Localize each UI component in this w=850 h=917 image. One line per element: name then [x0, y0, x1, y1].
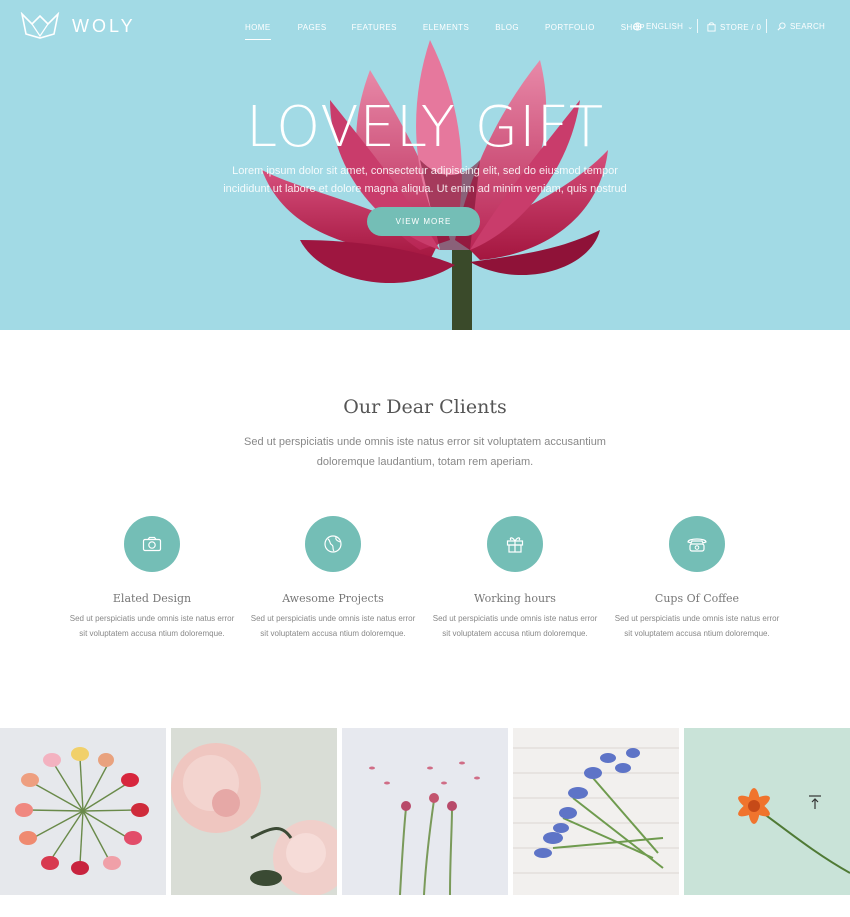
arrow-up-icon	[809, 795, 821, 809]
chevron-down-icon: ⌄	[687, 23, 694, 31]
language-selector[interactable]: ENGLISH ⌄	[633, 22, 693, 31]
store-label: STORE / 0	[720, 22, 762, 32]
feature-card: Elated Design Sed ut perspiciatis unde o…	[67, 516, 237, 641]
feature-text: Sed ut perspiciatis unde omnis iste natu…	[250, 614, 416, 638]
store-link[interactable]: STORE / 0	[707, 22, 761, 32]
nav-divider	[697, 19, 698, 33]
globe-icon[interactable]	[305, 516, 361, 572]
menu-item-pages[interactable]: PAGES	[298, 23, 327, 32]
feature-title: Elated Design	[112, 592, 192, 605]
hero-description: Lorem ipsum dolor sit amet, consectetur …	[223, 165, 627, 195]
camera-icon[interactable]	[124, 516, 180, 572]
feature-text: Sed ut perspiciatis unde omnis iste natu…	[614, 614, 780, 638]
feature-card: Cups Of Coffee Sed ut perspiciatis unde …	[612, 516, 782, 641]
gallery-image-tulips[interactable]	[0, 728, 166, 895]
language-label: ENGLISH	[646, 22, 684, 31]
feature-text: Sed ut perspiciatis unde omnis iste natu…	[432, 614, 598, 638]
search-icon	[777, 22, 786, 31]
globe-small-icon	[633, 22, 642, 31]
search-label: SEARCH	[790, 22, 826, 31]
nav-divider	[766, 19, 767, 33]
feature-card: Awesome Projects Sed ut perspiciatis und…	[248, 516, 418, 641]
menu-item-elements[interactable]: ELEMENTS	[423, 23, 469, 32]
gallery-image-muscari[interactable]	[513, 728, 679, 895]
feature-text: Sed ut perspiciatis unde omnis iste natu…	[69, 614, 235, 638]
shopping-bag-icon	[707, 22, 716, 32]
top-navigation: WOLY HOME PAGES FEATURES ELEMENTS BLOG P…	[0, 0, 850, 56]
hero-title: LOVELY GIFT	[245, 95, 605, 160]
feature-title: Working hours	[474, 592, 556, 605]
brand-logo[interactable]: WOLY	[20, 12, 136, 40]
back-to-top-button[interactable]	[805, 792, 825, 812]
main-menu: HOME PAGES FEATURES ELEMENTS BLOG PORTFO…	[245, 23, 645, 40]
section-subtitle: Sed ut perspiciatis unde omnis iste natu…	[244, 436, 606, 468]
feature-title: Awesome Projects	[282, 592, 384, 605]
feature-card: Working hours Sed ut perspiciatis unde o…	[430, 516, 600, 641]
gallery-image-white-flowers[interactable]	[342, 728, 508, 895]
gallery-image-gerbera[interactable]	[684, 728, 850, 895]
menu-item-blog[interactable]: BLOG	[495, 23, 519, 32]
menu-item-home[interactable]: HOME	[245, 23, 271, 40]
search-link[interactable]: SEARCH	[777, 22, 825, 31]
feature-title: Cups Of Coffee	[654, 592, 740, 605]
phone-icon[interactable]	[669, 516, 725, 572]
image-gallery	[0, 728, 850, 895]
gallery-image-peonies[interactable]	[171, 728, 337, 895]
logo-icon	[20, 12, 60, 39]
gift-icon[interactable]	[487, 516, 543, 572]
menu-item-portfolio[interactable]: PORTFOLIO	[545, 23, 595, 32]
section-title: Our Dear Clients	[343, 396, 507, 418]
menu-item-features[interactable]: FEATURES	[352, 23, 397, 32]
view-more-button[interactable]: VIEW MORE	[367, 207, 480, 236]
brand-name: WOLY	[72, 15, 136, 36]
hero-section: WOLY HOME PAGES FEATURES ELEMENTS BLOG P…	[0, 0, 850, 330]
